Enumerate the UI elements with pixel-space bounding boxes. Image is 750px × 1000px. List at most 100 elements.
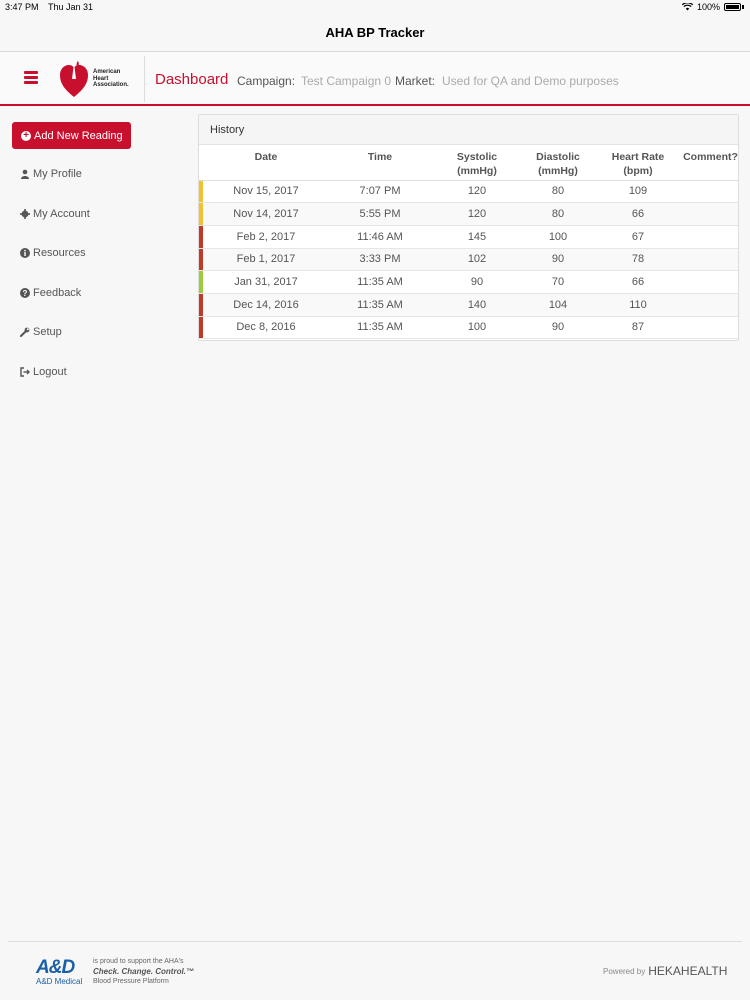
header-divider [144, 56, 145, 102]
market-label: Market: [395, 74, 436, 88]
table-row[interactable]: Feb 2, 2017 11:46 AM 145 100 67 [199, 225, 738, 249]
cell-comment [683, 248, 738, 272]
and-brand: A&D [36, 957, 75, 978]
sidebar-item-label: Resources [33, 247, 86, 259]
app-header: American Heart Association. Dashboard Ca… [0, 52, 750, 106]
heart-torch-icon [60, 61, 88, 97]
add-new-reading-label: Add New Reading [34, 129, 123, 142]
and-sub: A&D Medical [36, 977, 83, 986]
cell-systolic: 90 [431, 270, 523, 294]
cell-time: 5:55 PM [329, 202, 431, 226]
cell-heart-rate: 66 [593, 270, 683, 294]
cell-comment [683, 225, 738, 249]
status-right: 100% [681, 2, 744, 12]
footer-divider [8, 941, 742, 942]
sidebar-item-label: Setup [33, 326, 62, 338]
sidebar-item-feedback[interactable]: ? Feedback [20, 287, 81, 299]
table-row[interactable]: Dec 14, 2016 11:35 AM 140 104 110 [199, 293, 738, 317]
campaign-label: Campaign: [237, 74, 296, 88]
market-value: Used for QA and Demo purposes [442, 74, 619, 88]
cell-heart-rate: 66 [593, 202, 683, 226]
cell-diastolic: 70 [523, 270, 593, 294]
page-title: Dashboard [155, 71, 229, 88]
nav-bar: AHA BP Tracker [0, 16, 750, 52]
menu-icon[interactable] [24, 71, 38, 84]
table-header-row: Date Time Systolic (mmHg) Diastolic (mmHg)… [199, 145, 738, 181]
cell-heart-rate: 78 [593, 248, 683, 272]
aha-logo: American Heart Association. [58, 58, 138, 100]
question-icon: ? [20, 288, 30, 298]
cell-comment [683, 316, 738, 340]
cell-diastolic: 90 [523, 316, 593, 340]
cell-time: 11:35 AM [329, 316, 431, 340]
and-medical-logo: A&D A&D Medical [36, 957, 82, 986]
col-heart-rate: Heart Rate (bpm) [593, 145, 683, 181]
info-icon [20, 248, 30, 258]
cell-systolic: 145 [431, 225, 523, 249]
cell-date: Feb 1, 2017 [203, 248, 329, 272]
table-row[interactable]: Nov 14, 2017 5:55 PM 120 80 66 [199, 202, 738, 226]
cell-systolic: 120 [431, 180, 523, 204]
sidebar-item-label: My Profile [33, 168, 82, 180]
cell-diastolic: 80 [523, 180, 593, 204]
sidebar-item-my-account[interactable]: My Account [20, 208, 90, 220]
add-new-reading-button[interactable]: + Add New Reading [12, 122, 131, 149]
wifi-icon [681, 3, 693, 11]
battery-icon [724, 3, 741, 11]
history-table: Date Time Systolic (mmHg) Diastolic (mmHg)… [199, 145, 738, 340]
logo-text: American Heart Association. [93, 69, 129, 89]
cell-heart-rate: 109 [593, 180, 683, 204]
sidebar-item-setup[interactable]: Setup [20, 326, 62, 338]
wrench-icon [20, 327, 30, 337]
table-row[interactable]: Dec 8, 2016 11:35 AM 100 90 87 [199, 316, 738, 340]
cell-date: Feb 2, 2017 [203, 225, 329, 249]
col-time: Time [329, 145, 431, 181]
sidebar-item-my-profile[interactable]: My Profile [20, 168, 82, 180]
svg-text:?: ? [23, 289, 28, 298]
sidebar-item-label: Feedback [33, 287, 82, 299]
cell-diastolic: 100 [523, 225, 593, 249]
cell-comment [683, 270, 738, 294]
table-row[interactable]: Nov 15, 2017 7:07 PM 120 80 109 [199, 180, 738, 204]
cell-heart-rate: 67 [593, 225, 683, 249]
cell-diastolic: 80 [523, 202, 593, 226]
cell-time: 11:46 AM [329, 225, 431, 249]
cell-time: 3:33 PM [329, 248, 431, 272]
plus-circle-icon: + [21, 130, 31, 141]
cell-time: 11:35 AM [329, 270, 431, 294]
sidebar-item-resources[interactable]: Resources [20, 247, 86, 259]
app-title: AHA BP Tracker [325, 25, 425, 40]
cell-comment [683, 180, 738, 204]
cell-comment [683, 202, 738, 226]
user-icon [21, 169, 29, 179]
campaign-value: Test Campaign 0 [301, 74, 392, 88]
cell-date: Jan 31, 2017 [203, 270, 329, 294]
sidebar-item-label: Logout [33, 366, 67, 378]
col-diastolic: Diastolic (mmHg) [523, 145, 593, 181]
table-row[interactable]: Jan 31, 2017 11:35 AM 90 70 66 [199, 270, 738, 294]
cell-systolic: 120 [431, 202, 523, 226]
logout-icon [20, 367, 30, 377]
history-body: Nov 15, 2017 7:07 PM 120 80 109 Nov 14, 2017 5… [199, 180, 738, 340]
sidebar-item-logout[interactable]: Logout [20, 366, 67, 378]
hekahealth-logo: HEKAHEALTH [648, 964, 728, 978]
support-text: is proud to support the AHA's Check. Cha… [93, 958, 194, 985]
history-title: History [199, 115, 738, 145]
cell-time: 11:35 AM [329, 293, 431, 317]
cell-date: Nov 14, 2017 [203, 202, 329, 226]
battery-tip-icon [742, 5, 744, 9]
history-card: History Date Time Systolic (mmHg) Diastol… [198, 114, 739, 341]
cell-heart-rate: 87 [593, 316, 683, 340]
cell-systolic: 100 [431, 316, 523, 340]
battery-percent: 100% [696, 2, 720, 12]
gear-icon [20, 209, 30, 219]
table-row[interactable]: Feb 1, 2017 3:33 PM 102 90 78 [199, 248, 738, 272]
col-date: Date [203, 145, 329, 181]
status-bar: 3:47 PM Thu Jan 31 100% [0, 0, 750, 16]
powered-by-label: Powered by [603, 966, 646, 976]
cell-date: Dec 14, 2016 [203, 293, 329, 317]
status-date: Thu Jan 31 [48, 2, 94, 12]
cell-systolic: 140 [431, 293, 523, 317]
cell-diastolic: 90 [523, 248, 593, 272]
powered-by: Powered by HEKAHEALTH [603, 964, 727, 978]
